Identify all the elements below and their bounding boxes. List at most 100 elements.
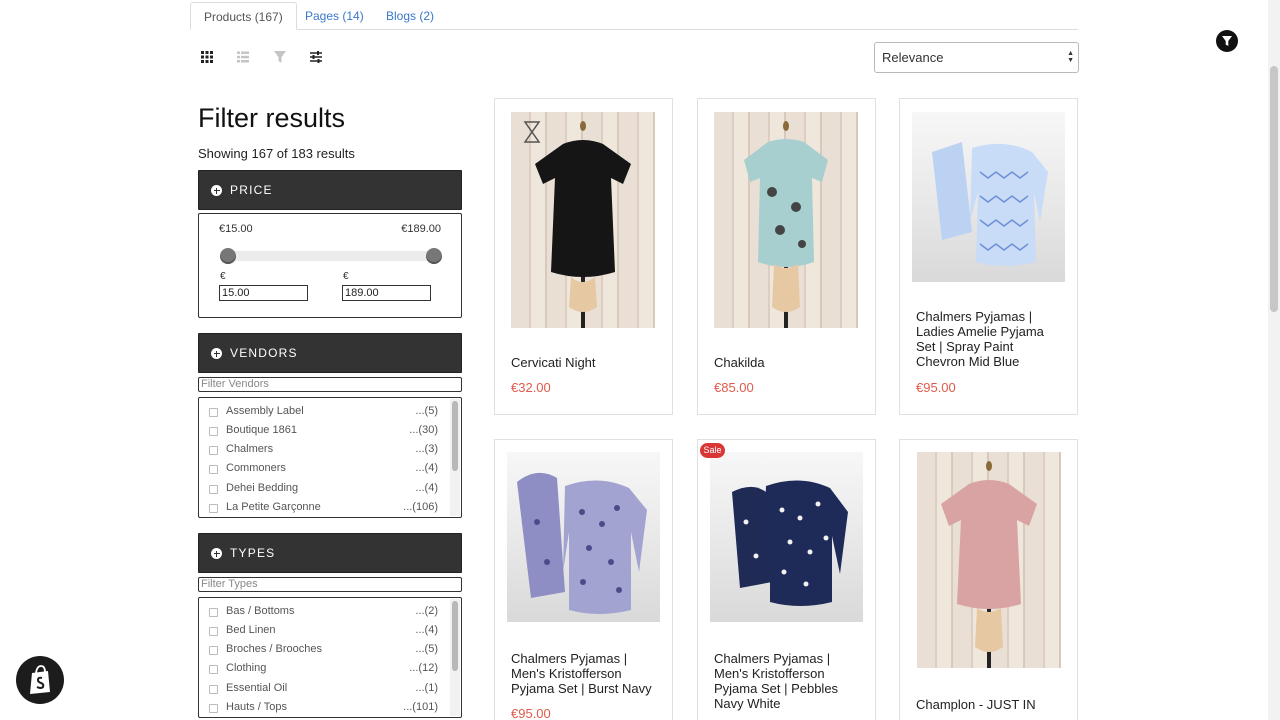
price-section-header[interactable]: PRICE — [198, 170, 462, 210]
checkbox[interactable] — [209, 627, 218, 636]
price-section-label: PRICE — [230, 183, 273, 197]
type-item[interactable]: Bas / Bottoms ...(2) — [209, 604, 438, 620]
pink-tshirt-on-dress-form-image — [941, 461, 1037, 668]
checkbox[interactable] — [209, 608, 218, 617]
vendors-section-header[interactable]: VENDORS — [198, 333, 462, 373]
product-card[interactable]: Chakilda €85.00 — [697, 98, 876, 415]
vendor-item[interactable]: Dehei Bedding ...(4) — [209, 481, 438, 497]
product-name[interactable]: Chalmers Pyjamas | Men's Kristofferson P… — [511, 651, 661, 696]
product-image[interactable] — [912, 112, 1065, 282]
product-price: €95.00 — [511, 706, 551, 720]
vendor-item[interactable]: Chalmers ...(3) — [209, 442, 438, 458]
search-tabs: Products (167) Pages (14) Blogs (2) — [190, 2, 1078, 30]
product-card[interactable]: Chalmers Pyjamas | Ladies Amelie Pyjama … — [899, 98, 1078, 415]
sort-select[interactable]: Relevance ▲ ▼ — [874, 42, 1079, 73]
price-slider-track[interactable] — [227, 251, 434, 261]
product-image[interactable] — [714, 112, 858, 328]
tab-blogs[interactable]: Blogs (2) — [373, 2, 447, 30]
sort-select-value: Relevance — [882, 50, 944, 65]
tab-pages[interactable]: Pages (14) — [292, 2, 377, 30]
tab-products[interactable]: Products (167) — [190, 2, 297, 30]
checkbox[interactable] — [209, 446, 218, 455]
type-item[interactable]: Bed Linen ...(4) — [209, 623, 438, 639]
vendor-item[interactable]: La Petite Garçonne ...(106) — [209, 500, 438, 516]
product-image[interactable] — [917, 452, 1061, 668]
type-name: Bed Linen — [226, 624, 276, 636]
types-list-scrollbar[interactable] — [450, 599, 460, 716]
type-item[interactable]: Hauts / Tops ...(101) — [209, 700, 438, 716]
type-name: Hauts / Tops — [226, 701, 287, 713]
vendor-name: Boutique 1861 — [226, 424, 297, 436]
vendor-count: ...(3) — [415, 443, 438, 455]
vendors-list: Assembly Label ...(5) Boutique 1861 ...(30… — [198, 397, 462, 518]
product-image[interactable] — [511, 112, 655, 328]
product-name[interactable]: Chakilda — [714, 355, 864, 370]
shopify-chat-button[interactable] — [16, 656, 64, 704]
checkbox[interactable] — [209, 485, 218, 494]
product-name[interactable]: Chalmers Pyjamas | Men's Kristofferson P… — [714, 651, 864, 711]
vendor-name: Commoners — [226, 462, 286, 474]
navy-pebbles-pyjama-image — [732, 480, 848, 606]
floating-filter-button[interactable] — [1216, 30, 1238, 52]
list-view-icon[interactable] — [235, 49, 251, 65]
type-name: Broches / Brooches — [226, 643, 322, 655]
filter-vendors-input[interactable]: Filter Vendors — [198, 377, 462, 392]
filter-funnel-icon[interactable] — [272, 49, 288, 65]
vendor-count: ...(106) — [403, 501, 438, 513]
product-price: €32.00 — [511, 380, 551, 395]
product-card[interactable]: Cervicati Night €32.00 — [494, 98, 673, 415]
price-max-input[interactable]: 189.00 — [342, 285, 431, 301]
checkbox[interactable] — [209, 704, 218, 713]
product-card[interactable]: Chalmers Pyjamas | Men's Kristofferson P… — [494, 439, 673, 720]
vendor-count: ...(4) — [415, 482, 438, 494]
min-currency-label: € — [220, 271, 226, 282]
type-count: ...(4) — [415, 624, 438, 636]
checkbox[interactable] — [209, 685, 218, 694]
checkbox[interactable] — [209, 465, 218, 474]
product-price: €95.00 — [916, 380, 956, 395]
vendor-item[interactable]: Boutique 1861 ...(30) — [209, 423, 438, 439]
type-item[interactable]: Broches / Brooches ...(5) — [209, 642, 438, 658]
vendor-name: Dehei Bedding — [226, 482, 299, 494]
product-name[interactable]: Champlon - JUST IN — [916, 697, 1066, 712]
checkbox[interactable] — [209, 408, 218, 417]
product-image[interactable] — [507, 452, 660, 622]
product-name[interactable]: Cervicati Night — [511, 355, 661, 370]
shopify-bag-icon — [30, 665, 50, 694]
grid-view-icon[interactable] — [199, 49, 215, 65]
product-card[interactable]: Chalmers Pyjamas | Men's Kristofferson P… — [697, 439, 876, 720]
vendor-item[interactable]: Assembly Label ...(5) — [209, 404, 438, 420]
checkbox[interactable] — [209, 504, 218, 513]
vendor-count: ...(5) — [415, 405, 438, 417]
scrollbar-thumb[interactable] — [452, 601, 458, 671]
page-scrollbar-thumb[interactable] — [1270, 66, 1278, 312]
checkbox[interactable] — [209, 665, 218, 674]
product-card[interactable]: Champlon - JUST IN — [899, 439, 1078, 720]
vendors-list-scrollbar[interactable] — [450, 399, 460, 516]
vendor-name: La Petite Garçonne — [226, 501, 321, 513]
type-name: Bas / Bottoms — [226, 605, 295, 617]
type-name: Essential Oil — [226, 682, 288, 694]
vendor-name: Chalmers — [226, 443, 274, 455]
checkbox[interactable] — [209, 646, 218, 655]
price-min-input[interactable]: 15.00 — [219, 285, 308, 301]
type-item[interactable]: Clothing ...(12) — [209, 661, 438, 677]
scrollbar-thumb[interactable] — [452, 401, 458, 471]
filter-types-input[interactable]: Filter Types — [198, 577, 462, 592]
printed-blouse-on-dress-form-image — [744, 121, 828, 328]
price-slider-max-handle[interactable] — [426, 248, 442, 264]
types-section-label: TYPES — [230, 546, 276, 560]
vendor-item[interactable]: Commoners ...(4) — [209, 461, 438, 477]
type-item[interactable]: Essential Oil ...(1) — [209, 681, 438, 697]
types-section-header[interactable]: TYPES — [198, 533, 462, 573]
plus-circle-icon — [211, 185, 222, 196]
product-name[interactable]: Chalmers Pyjamas | Ladies Amelie Pyjama … — [916, 309, 1066, 369]
page-scrollbar[interactable] — [1268, 0, 1280, 720]
product-image[interactable] — [710, 452, 863, 622]
sliders-icon[interactable] — [308, 49, 324, 65]
type-count: ...(2) — [415, 605, 438, 617]
checkbox[interactable] — [209, 427, 218, 436]
price-filter-panel: €15.00 €189.00 € € 15.00 189.00 — [198, 213, 462, 318]
types-list: Bas / Bottoms ...(2) Bed Linen ...(4) Broc… — [198, 597, 462, 718]
price-slider-min-handle[interactable] — [220, 248, 236, 264]
